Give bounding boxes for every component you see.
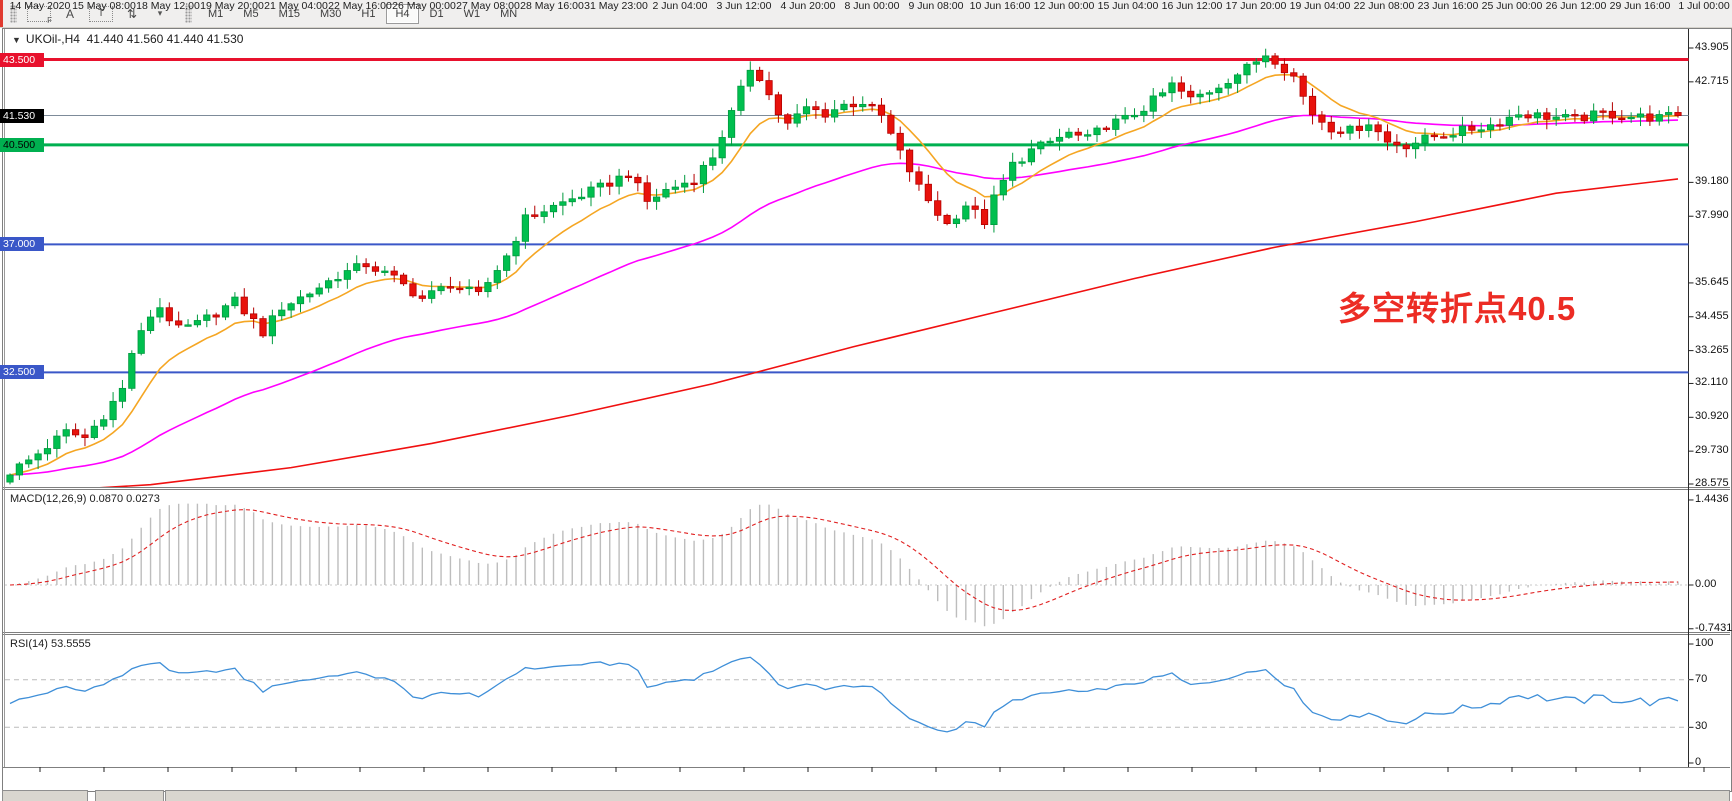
rsi-axis-tick-label[interactable]: 0	[1695, 756, 1701, 768]
price-axis-tick-label[interactable]: 30.920	[1695, 410, 1729, 422]
rsi-axis-tick-label[interactable]: 100	[1695, 637, 1713, 649]
price-axis-tick-label[interactable]: 29.730	[1695, 444, 1729, 456]
time-axis-label[interactable]: 12 Jun 00:00	[1034, 0, 1095, 12]
time-axis-label[interactable]: 26 May 00:00	[392, 0, 456, 12]
time-axis-label[interactable]: 22 Jun 08:00	[1354, 0, 1415, 12]
candlestick-chart	[5, 49, 1689, 494]
time-axis-label[interactable]: 10 Jun 16:00	[970, 0, 1031, 12]
time-axis-label[interactable]: 29 Jun 16:00	[1610, 0, 1671, 12]
price-badge-40.500: 40.500	[0, 138, 44, 152]
macd-axis-tick-label[interactable]: 1.4436	[1695, 493, 1729, 505]
time-axis-label[interactable]: 19 May 20:00	[200, 0, 264, 12]
time-axis-label[interactable]: 15 Jun 04:00	[1098, 0, 1159, 12]
time-axis-label[interactable]: 15 May 08:00	[72, 0, 136, 12]
price-axis-tick-label[interactable]: 37.990	[1695, 209, 1729, 221]
chart-ohlc-values: 41.440 41.560 41.440 41.530	[87, 32, 244, 46]
time-axis-label[interactable]: 4 Jun 20:00	[781, 0, 836, 12]
time-axis-label[interactable]: 19 Jun 04:00	[1290, 0, 1351, 12]
bottom-tab-stub-2[interactable]	[165, 790, 1730, 801]
time-axis-label[interactable]: 27 May 08:00	[456, 0, 520, 12]
bottom-tab-stub-0[interactable]	[2, 790, 88, 801]
time-axis-label[interactable]: 22 May 16:00	[328, 0, 392, 12]
rsi-axis-tick-label[interactable]: 70	[1695, 673, 1707, 685]
price-axis-tick-label[interactable]: 28.575	[1695, 477, 1729, 489]
time-axis-label[interactable]: 14 May 2020	[10, 0, 71, 12]
time-axis-label[interactable]: 31 May 23:00	[584, 0, 648, 12]
time-axis-label[interactable]: 25 Jun 00:00	[1482, 0, 1543, 12]
macd-axis-tick-label[interactable]: -0.7431	[1695, 622, 1732, 634]
time-axis-label[interactable]: 1 Jul 00:00	[1678, 0, 1729, 12]
time-axis-label[interactable]: 26 Jun 12:00	[1546, 0, 1607, 12]
price-annotation-text: 多空转折点40.5	[1338, 282, 1576, 330]
price-axis-tick-label[interactable]: 33.265	[1695, 344, 1729, 356]
price-axis-tick-label[interactable]: 39.180	[1695, 175, 1729, 187]
price-axis-tick-label[interactable]: 43.905	[1695, 41, 1729, 53]
mt4-application: FAT⇅▾ M1M5M15M30H1H4D1W1MN ▼UKOil-,H4 41…	[0, 0, 1732, 797]
price-axis-tick-label[interactable]: 32.110	[1695, 376, 1728, 388]
chart-canvas	[0, 0, 1732, 797]
price-axis-tick-label[interactable]: 34.455	[1695, 310, 1729, 322]
macd-indicator-label: MACD(12,26,9) 0.0870 0.0273	[10, 493, 160, 505]
time-axis-label[interactable]: 17 Jun 20:00	[1226, 0, 1287, 12]
time-axis-label[interactable]: 21 May 04:00	[264, 0, 328, 12]
macd-panel-chart	[5, 504, 1689, 627]
time-axis-label[interactable]: 8 Jun 00:00	[845, 0, 900, 12]
chart-title: ▼ UKOil-,H4 41.440 41.560 41.440 41.530	[12, 32, 243, 46]
time-axis-label[interactable]: 3 Jun 12:00	[717, 0, 772, 12]
time-axis-label[interactable]: 9 Jun 08:00	[909, 0, 964, 12]
time-axis-label[interactable]: 2 Jun 04:00	[653, 0, 708, 12]
rsi-panel-chart	[5, 657, 1689, 732]
price-axis-tick-label[interactable]: 42.715	[1695, 75, 1729, 87]
chart-expander-icon[interactable]: ▼	[12, 35, 21, 45]
chart-symbol-label: UKOil-,H4	[26, 32, 80, 46]
bottom-tab-stub-1[interactable]	[95, 790, 164, 801]
rsi-axis-tick-label[interactable]: 30	[1695, 720, 1707, 732]
price-badge-43.500: 43.500	[0, 53, 44, 67]
time-axis-label[interactable]: 18 May 12:00	[136, 0, 200, 12]
price-badge-37.000: 37.000	[0, 237, 44, 251]
time-axis-label[interactable]: 23 Jun 16:00	[1418, 0, 1479, 12]
macd-axis-tick-label[interactable]: 0.00	[1695, 578, 1716, 590]
time-axis-label[interactable]: 16 Jun 12:00	[1162, 0, 1223, 12]
rsi-indicator-label: RSI(14) 53.5555	[10, 638, 91, 650]
price-axis-tick-label[interactable]: 35.645	[1695, 276, 1729, 288]
price-badge-32.500: 32.500	[0, 365, 44, 379]
price-badge-41.530: 41.530	[0, 109, 44, 123]
time-axis-label[interactable]: 28 May 16:00	[520, 0, 584, 12]
